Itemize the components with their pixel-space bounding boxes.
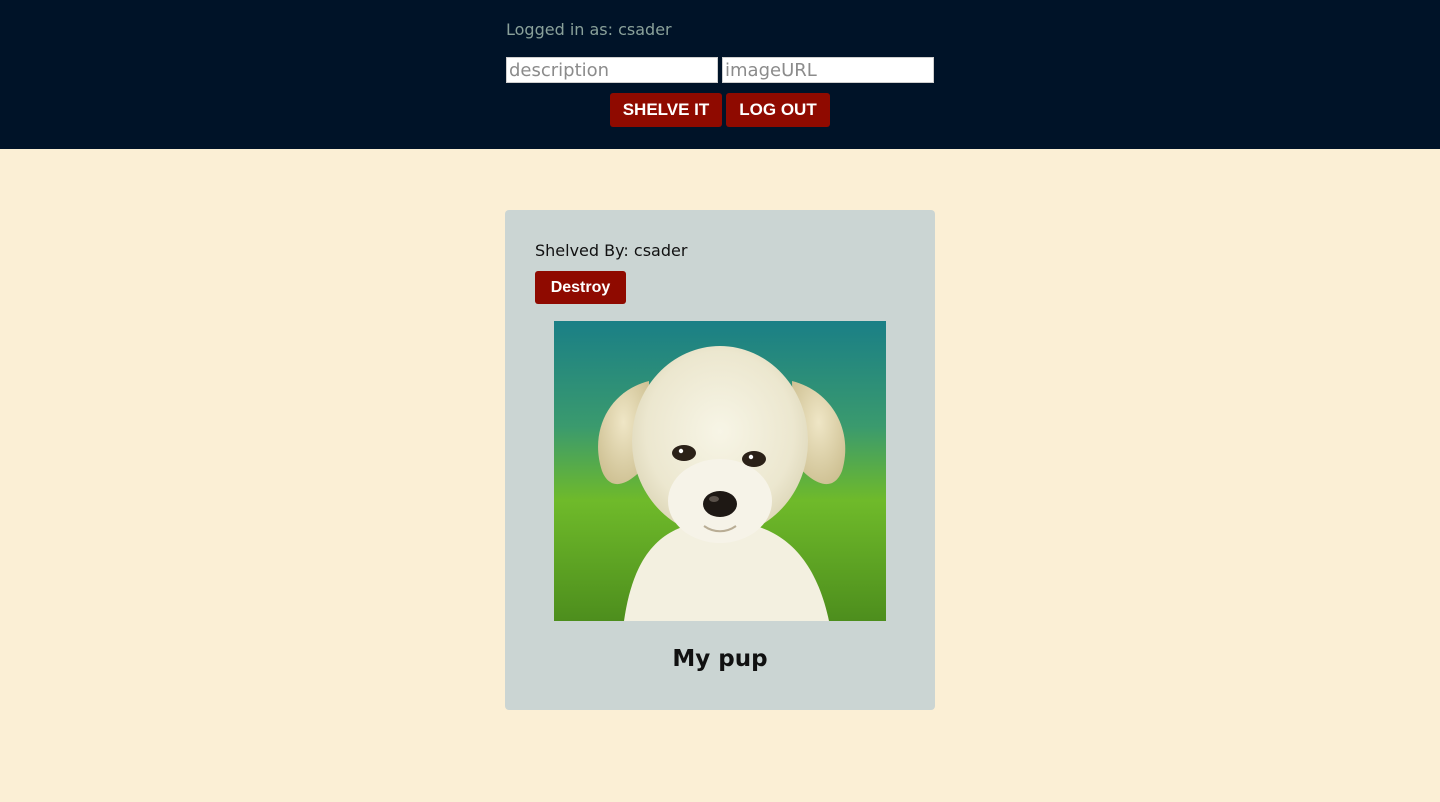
destroy-button[interactable]: Destroy (535, 271, 626, 304)
image-url-input[interactable] (722, 57, 934, 83)
shelf-item-card: Shelved By: csader Destroy My pup (505, 210, 935, 710)
description-input[interactable] (506, 57, 718, 83)
shelved-by-label: Shelved By: csader (535, 241, 688, 260)
log-out-button[interactable]: LOG OUT (726, 93, 830, 127)
top-bar: Logged in as: csader SHELVE IT LOG OUT (0, 0, 1440, 149)
shelve-it-button[interactable]: SHELVE IT (610, 93, 722, 127)
item-caption: My pup (672, 646, 768, 672)
item-image (554, 321, 886, 621)
puppy-photo (554, 321, 886, 621)
logged-in-status: Logged in as: csader (506, 20, 672, 39)
